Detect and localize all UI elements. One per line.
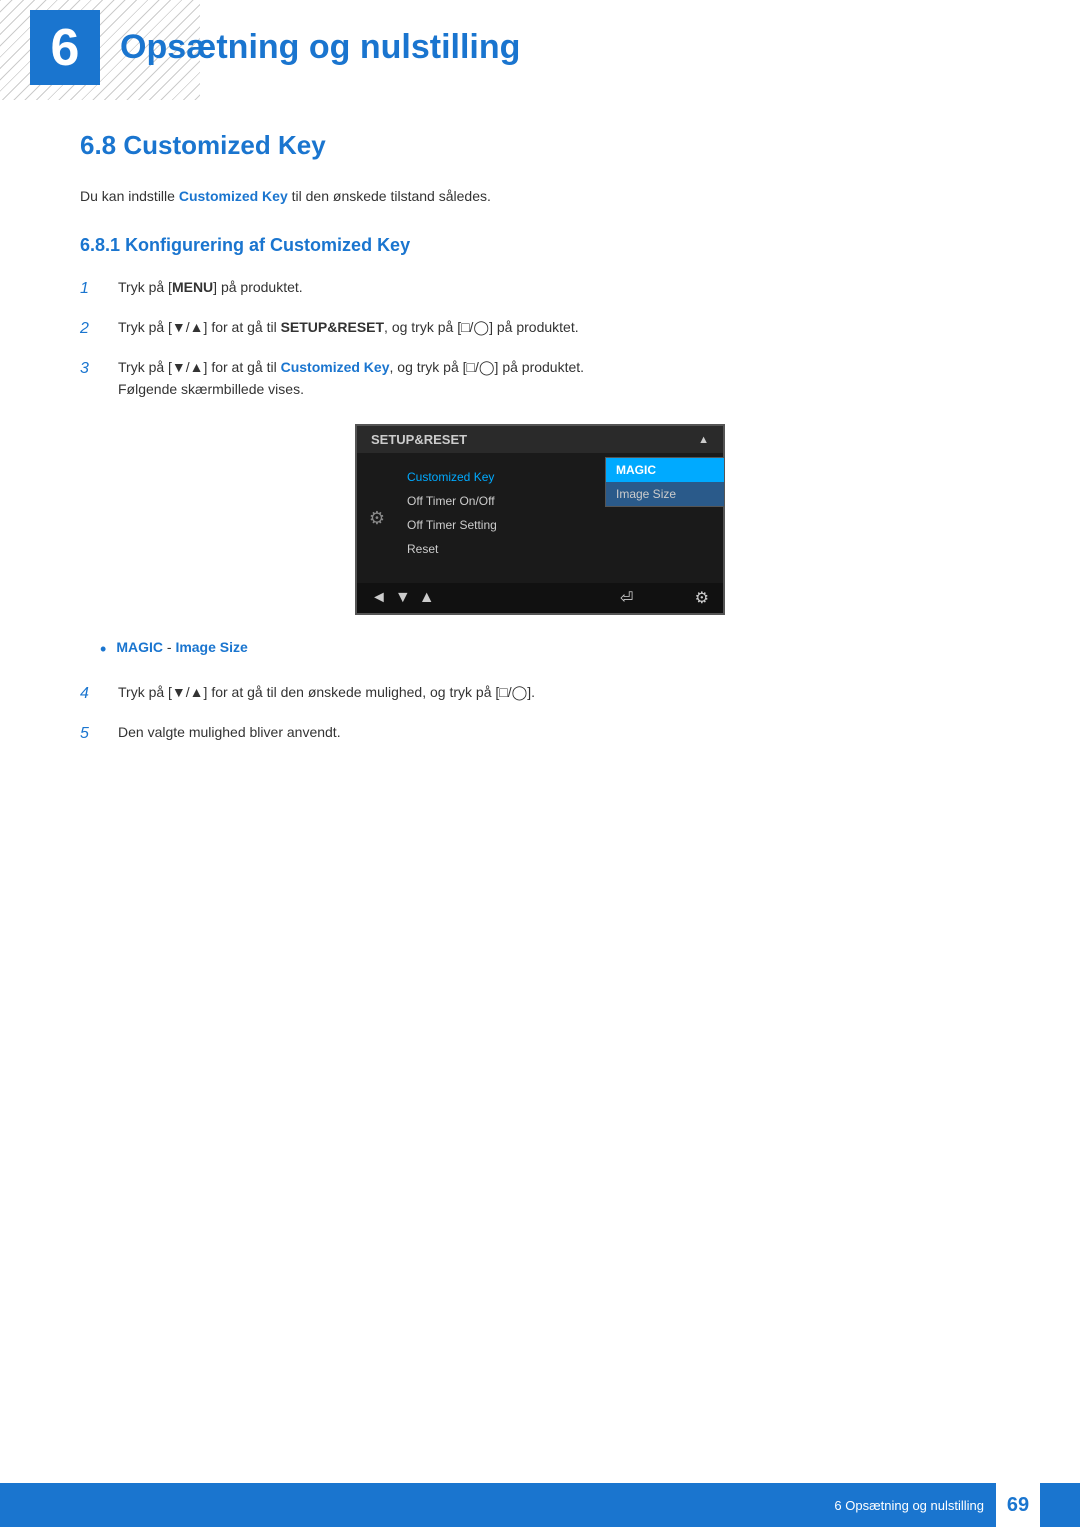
intro-text-after: til den ønskede tilstand således. (288, 188, 491, 204)
step-2-text: Tryk på [▼/▲] for at gå til SETUP&RESET,… (118, 316, 579, 338)
chapter-number-box: 6 (30, 10, 100, 85)
bullet-image-size: Image Size (175, 639, 247, 655)
bullet-magic: MAGIC (116, 639, 163, 655)
step-4-text: Tryk på [▼/▲] for at gå til den ønskede … (118, 681, 535, 703)
step-5-number: 5 (80, 721, 110, 747)
intro-paragraph: Du kan indstille Customized Key til den … (80, 185, 1000, 207)
subsection-number: 6.8.1 (80, 235, 120, 255)
step-1-number: 1 (80, 276, 110, 302)
intro-keyword: Customized Key (179, 188, 288, 204)
menu-settings-icon: ⚙ (357, 461, 397, 575)
section-heading: Customized Key (123, 130, 325, 160)
footer-icon-enter: ⏎ (620, 588, 633, 608)
subsection-heading: Konfigurering af Customized Key (125, 235, 410, 255)
chapter-number: 6 (51, 18, 80, 78)
step-5: 5 Den valgte mulighed bliver anvendt. (80, 721, 1000, 747)
footer-icon-settings: ⚙ (695, 588, 709, 608)
step-2: 2 Tryk på [▼/▲] for at gå til SETUP&RESE… (80, 316, 1000, 342)
step-3-number: 3 (80, 356, 110, 382)
step-3: 3 Tryk på [▼/▲] for at gå til Customized… (80, 356, 1000, 401)
footer-icon-down: ▼ (395, 589, 411, 607)
submenu: MAGIC Image Size (605, 457, 725, 507)
main-content: 6.8 Customized Key Du kan indstille Cust… (0, 130, 1080, 746)
screenshot-container: SETUP&RESET ▲ ⚙ Customized Key › Off Tim… (80, 424, 1000, 615)
menu-header: SETUP&RESET ▲ (357, 426, 723, 453)
menu-item-reset[interactable]: Reset (397, 537, 723, 561)
bullet-separator: - (163, 639, 175, 655)
step-5-text: Den valgte mulighed bliver anvendt. (118, 721, 341, 743)
step-3-subtext: Følgende skærmbillede vises. (118, 381, 304, 397)
step-3-text: Tryk på [▼/▲] for at gå til Customized K… (118, 356, 584, 401)
chapter-title: Opsætning og nulstilling (120, 28, 520, 67)
menu-item-off-timer-setting[interactable]: Off Timer Setting (397, 513, 723, 537)
step-4: 4 Tryk på [▼/▲] for at gå til den ønsked… (80, 681, 1000, 707)
section-number: 6.8 (80, 130, 116, 160)
intro-text-before: Du kan indstille (80, 188, 179, 204)
subsection-title: 6.8.1 Konfigurering af Customized Key (80, 235, 1000, 256)
submenu-item-image-size[interactable]: Image Size (606, 482, 724, 506)
step-1: 1 Tryk på [MENU] på produktet. (80, 276, 1000, 302)
page-footer: 6 Opsætning og nulstilling 69 (0, 1483, 1080, 1527)
footer-icon-up: ▲ (419, 589, 435, 607)
bullet-text: MAGIC - Image Size (116, 639, 248, 655)
submenu-item-magic[interactable]: MAGIC (606, 458, 724, 482)
menu-title-text: SETUP&RESET (371, 432, 467, 447)
monitor-menu: SETUP&RESET ▲ ⚙ Customized Key › Off Tim… (355, 424, 725, 615)
bullet-item-magic: • MAGIC - Image Size (100, 639, 1000, 661)
footer-chapter-text: 6 Opsætning og nulstilling (834, 1498, 984, 1513)
steps-list: 1 Tryk på [MENU] på produktet. 2 Tryk på… (80, 276, 1000, 400)
page-header: 6 Opsætning og nulstilling (0, 0, 1080, 100)
step-4-number: 4 (80, 681, 110, 707)
footer-icon-left: ◄ (371, 589, 387, 607)
footer-page-number: 69 (996, 1483, 1040, 1527)
menu-up-arrow-icon: ▲ (698, 434, 709, 446)
steps-4-5-list: 4 Tryk på [▼/▲] for at gå til den ønsked… (80, 681, 1000, 746)
step-1-text: Tryk på [MENU] på produktet. (118, 276, 303, 298)
menu-body: ⚙ Customized Key › Off Timer On/Off Off … (357, 453, 723, 583)
menu-footer: ◄ ▼ ▲ ⏎ ⚙ (357, 583, 723, 613)
section-title: 6.8 Customized Key (80, 130, 1000, 161)
bullet-dot-icon: • (100, 639, 106, 661)
step-2-number: 2 (80, 316, 110, 342)
bullet-list: • MAGIC - Image Size (100, 639, 1000, 661)
